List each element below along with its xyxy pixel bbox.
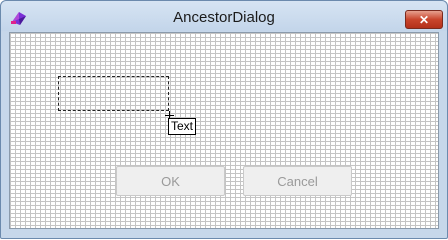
crosshair-icon [165,107,174,120]
selection-rectangle[interactable] [58,76,169,111]
dialog-window: AncestorDialog ✕ Text OK Cancel [0,0,448,239]
cancel-button[interactable]: Cancel [243,166,352,196]
close-button[interactable]: ✕ [405,10,443,29]
text-label-control[interactable]: Text [168,118,197,135]
close-icon: ✕ [418,12,430,27]
ok-button[interactable]: OK [116,166,225,196]
title-bar[interactable]: AncestorDialog ✕ [1,1,447,31]
design-canvas[interactable]: Text OK Cancel [9,32,439,229]
window-title: AncestorDialog [173,9,275,26]
